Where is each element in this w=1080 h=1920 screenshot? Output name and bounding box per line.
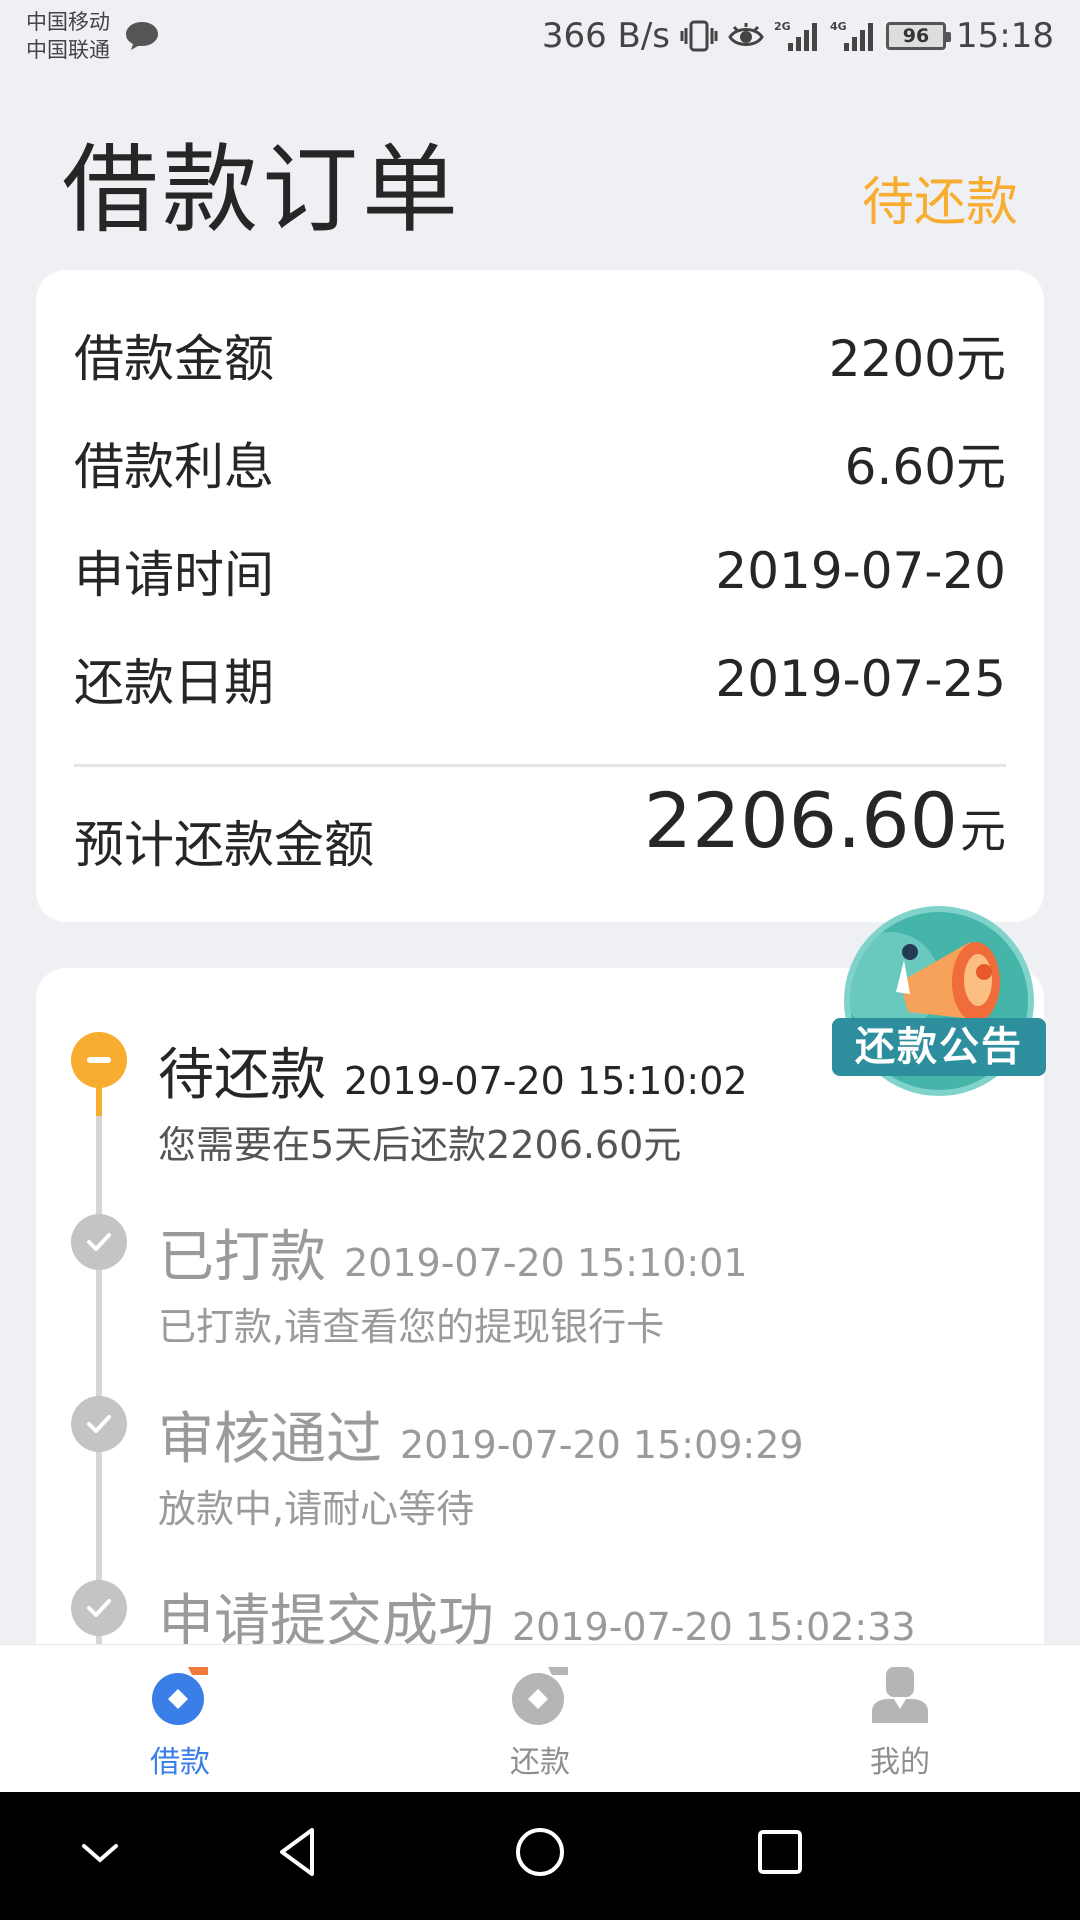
tab-loan[interactable]: 借款 <box>80 1645 280 1793</box>
carrier-names: 中国移动 中国联通 <box>26 8 110 64</box>
tab-label: 还款 <box>510 1745 570 1780</box>
step-status: 已打款 <box>158 1225 326 1290</box>
order-status-label: 待还款 <box>861 173 1018 233</box>
timeline-current-dot <box>71 1032 127 1088</box>
net-speed: 366 B/s <box>541 16 671 56</box>
bottom-tab-bar: 借款 还款 我的 <box>0 1644 1080 1792</box>
step-description: 您需要在5天后还款2206.60元 <box>158 1123 682 1167</box>
summary-label: 申请时间 <box>74 546 274 604</box>
summary-row-interest: 借款利息 6.60元 <box>74 418 1006 508</box>
vibrate-icon <box>680 20 718 52</box>
summary-label: 还款日期 <box>74 654 274 712</box>
chat-bubble-icon <box>126 22 158 50</box>
step-time: 2019-07-20 15:10:02 <box>344 1059 748 1103</box>
clock: 15:18 <box>956 16 1054 56</box>
signal-4g-label: 4G <box>830 20 847 33</box>
step-time: 2019-07-20 15:02:33 <box>512 1605 916 1649</box>
summary-label: 借款利息 <box>74 438 274 496</box>
check-icon <box>71 1214 127 1270</box>
summary-value: 2200元 <box>828 330 1006 388</box>
summary-value: 6.60元 <box>844 438 1006 496</box>
system-navigation-bar <box>0 1792 1080 1920</box>
step-description: 放款中,请耐心等待 <box>158 1487 475 1531</box>
summary-divider <box>74 764 1006 767</box>
tab-label: 借款 <box>150 1745 210 1780</box>
tab-repay[interactable]: 还款 <box>440 1645 640 1793</box>
signal-4g-icon: 4G <box>830 20 874 51</box>
total-repay-number: 2206.60 <box>643 776 958 865</box>
profile-icon <box>872 1667 928 1723</box>
loan-icon <box>152 1667 208 1725</box>
repay-icon <box>512 1667 568 1725</box>
step-status: 待还款 <box>158 1043 326 1108</box>
total-repay-amount: 2206.60 元 <box>644 776 1006 865</box>
page-title: 借款订单 <box>62 134 462 246</box>
timeline-step-title: 待还款 2019-07-20 15:10:02 <box>158 1030 748 1111</box>
check-icon <box>71 1580 127 1636</box>
step-status: 审核通过 <box>158 1407 382 1472</box>
tab-label: 我的 <box>870 1745 930 1780</box>
status-bar: 中国移动 中国联通 366 B/s 2G 4G 96 15:18 <box>0 0 1080 76</box>
repay-announcement-button[interactable]: 还款公告 <box>832 906 1046 1102</box>
status-icons: 366 B/s 2G 4G 96 15:18 <box>542 14 1054 58</box>
carrier-1: 中国移动 <box>26 10 110 34</box>
timeline-step-title: 审核通过 2019-07-20 15:09:29 <box>158 1394 804 1475</box>
back-icon[interactable] <box>270 1822 330 1882</box>
carrier-2: 中国联通 <box>26 38 110 62</box>
timeline-step-title: 已打款 2019-07-20 15:10:01 <box>158 1212 748 1293</box>
battery-icon: 96 <box>886 22 952 50</box>
announcement-label: 还款公告 <box>832 1018 1046 1076</box>
tab-profile[interactable]: 我的 <box>800 1645 1000 1793</box>
signal-2g-icon: 2G <box>774 20 818 51</box>
check-icon <box>71 1396 127 1452</box>
hide-keyboard-icon[interactable] <box>70 1822 130 1882</box>
summary-value: 2019-07-20 <box>715 542 1006 600</box>
summary-row-amount: 借款金额 2200元 <box>74 310 1006 400</box>
step-time: 2019-07-20 15:10:01 <box>344 1241 748 1285</box>
loan-summary-card: 借款金额 2200元 借款利息 6.60元 申请时间 2019-07-20 还款… <box>36 270 1044 922</box>
summary-row-apply-date: 申请时间 2019-07-20 <box>74 526 1006 616</box>
summary-row-due-date: 还款日期 2019-07-25 <box>74 634 1006 724</box>
home-icon[interactable] <box>510 1822 570 1882</box>
summary-value: 2019-07-25 <box>715 650 1006 708</box>
recent-apps-icon[interactable] <box>750 1822 810 1882</box>
total-repay-unit: 元 <box>960 804 1006 858</box>
total-repay-label: 预计还款金额 <box>74 816 374 874</box>
signal-2g-label: 2G <box>774 20 791 33</box>
summary-label: 借款金额 <box>74 330 274 388</box>
step-description: 已打款,请查看您的提现银行卡 <box>158 1305 665 1349</box>
eye-icon <box>728 23 764 46</box>
step-time: 2019-07-20 15:09:29 <box>400 1423 804 1467</box>
